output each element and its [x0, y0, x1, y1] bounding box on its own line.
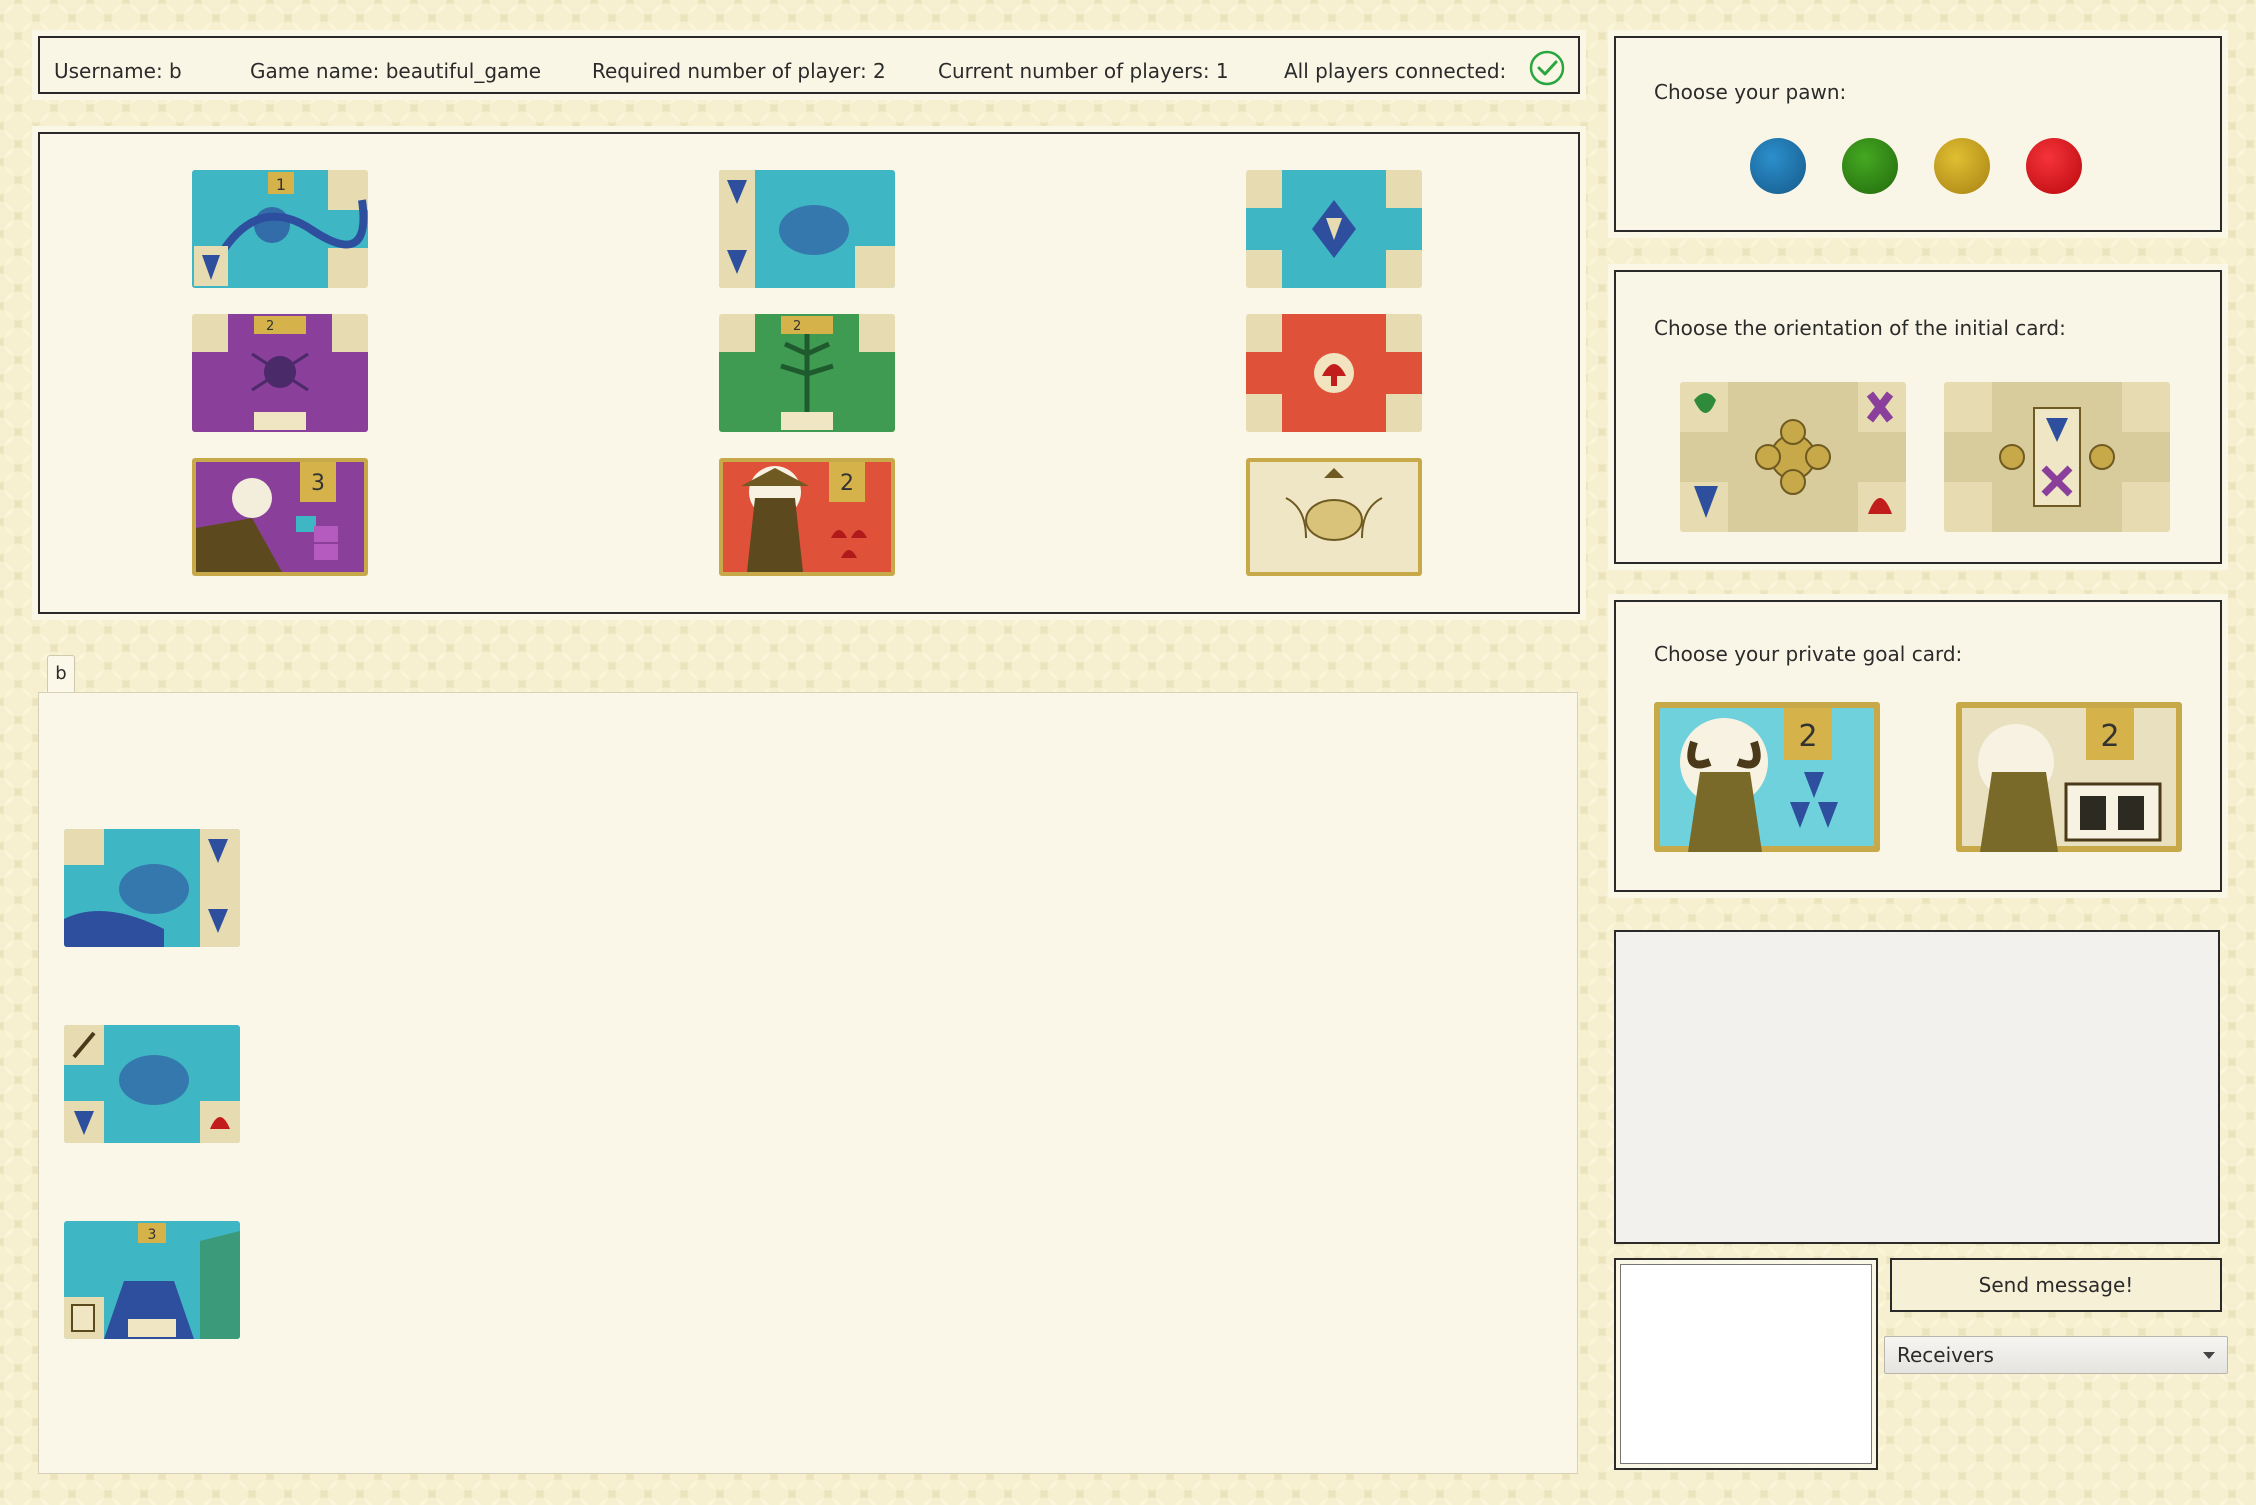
plant-resource-card-2[interactable]: 2 — [719, 314, 895, 432]
goal-card-inkwells[interactable]: 2 — [1956, 702, 2182, 852]
status-bar: Username: b Game name: beautiful_game Re… — [38, 36, 1580, 94]
bird-resource-card-1[interactable]: 1 — [192, 170, 368, 288]
blue-cross-card[interactable] — [1246, 170, 1422, 288]
required-players-label: Required number of player: 2 — [592, 59, 886, 83]
goal-frame: Choose your private goal card: 2 2 — [1608, 594, 2228, 898]
frog-resource-card[interactable] — [719, 170, 895, 288]
hand-card-frog[interactable] — [64, 829, 240, 947]
goal-panel-label: Choose your private goal card: — [1654, 642, 1963, 666]
gold-card-2-red[interactable]: 2 — [719, 458, 895, 576]
receivers-label: Receivers — [1897, 1343, 1994, 1367]
orientation-panel-label: Choose the orientation of the initial ca… — [1654, 316, 2066, 340]
all-connected-label: All players connected: — [1284, 59, 1507, 83]
initial-card-front[interactable] — [1680, 382, 1906, 532]
hand-card-deer[interactable]: 3 — [64, 1221, 240, 1339]
blue-pawn[interactable] — [1750, 138, 1806, 194]
svg-text:2: 2 — [840, 471, 854, 496]
receivers-dropdown[interactable]: Receivers — [1884, 1336, 2228, 1374]
svg-text:2: 2 — [1798, 719, 1817, 754]
initial-card-back[interactable] — [1944, 382, 2170, 532]
chat-log — [1614, 930, 2220, 1244]
svg-text:2: 2 — [2100, 719, 2119, 754]
svg-text:2: 2 — [266, 319, 274, 334]
status-frame: Username: b Game name: beautiful_game Re… — [32, 30, 1586, 100]
orientation-panel: Choose the orientation of the initial ca… — [1614, 270, 2222, 564]
svg-text:2: 2 — [793, 319, 801, 334]
orientation-frame: Choose the orientation of the initial ca… — [1608, 264, 2228, 570]
svg-text:3: 3 — [311, 471, 325, 496]
tab-player-b[interactable]: b — [47, 655, 75, 693]
svg-text:3: 3 — [148, 1227, 157, 1243]
username-label: Username: b — [54, 59, 182, 83]
pawn-panel: Choose your pawn: — [1614, 36, 2222, 232]
card-market: 1 2 2 3 2 — [38, 132, 1580, 614]
goal-card-wolves[interactable]: 2 — [1654, 702, 1880, 852]
check-circle-icon — [1529, 50, 1565, 86]
chat-input[interactable] — [1620, 1264, 1872, 1464]
market-frame: 1 2 2 3 2 — [32, 126, 1586, 620]
player-board[interactable]: 3 — [38, 692, 1578, 1474]
goal-panel: Choose your private goal card: 2 2 — [1614, 600, 2222, 892]
yellow-pawn[interactable] — [1934, 138, 1990, 194]
current-players-label: Current number of players: 1 — [938, 59, 1229, 83]
chat-input-frame — [1614, 1258, 1878, 1470]
green-pawn[interactable] — [1842, 138, 1898, 194]
gold-card-3-purple[interactable]: 3 — [192, 458, 368, 576]
game-name-label: Game name: beautiful_game — [250, 59, 542, 83]
red-cross-card[interactable] — [1246, 314, 1422, 432]
svg-text:1: 1 — [276, 175, 286, 194]
starter-card-back[interactable] — [1246, 458, 1422, 576]
hand-card-feather[interactable] — [64, 1025, 240, 1143]
send-message-button[interactable]: Send message! — [1890, 1258, 2222, 1312]
red-pawn[interactable] — [2026, 138, 2082, 194]
chevron-down-icon — [2203, 1352, 2215, 1359]
pawn-panel-label: Choose your pawn: — [1654, 80, 1847, 104]
pawn-frame: Choose your pawn: — [1608, 30, 2228, 238]
spider-resource-card-2[interactable]: 2 — [192, 314, 368, 432]
